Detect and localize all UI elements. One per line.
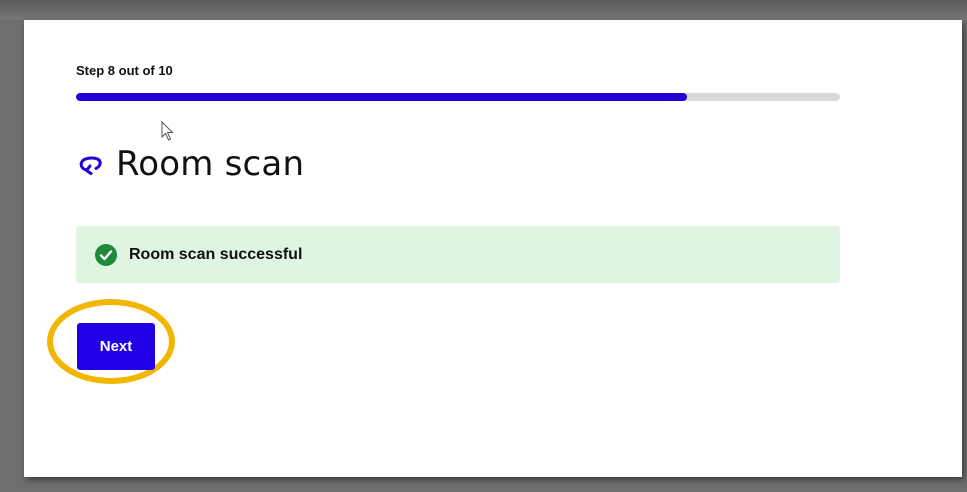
status-message: Room scan successful (129, 245, 303, 263)
progress-bar-fill (76, 93, 688, 101)
page-header: Room scan (78, 144, 304, 184)
step-indicator: Step 8 out of 10 (76, 63, 173, 78)
rotate-arrow-icon (78, 151, 104, 177)
next-button[interactable]: Next (77, 323, 155, 370)
wizard-card: Step 8 out of 10 Room scan Room scan suc… (24, 20, 962, 477)
success-banner: Room scan successful (76, 226, 840, 283)
progress-bar (76, 93, 840, 101)
mouse-cursor-icon (161, 120, 175, 146)
page-title: Room scan (116, 144, 305, 184)
window-frame (0, 0, 967, 20)
check-circle-icon (95, 243, 117, 266)
